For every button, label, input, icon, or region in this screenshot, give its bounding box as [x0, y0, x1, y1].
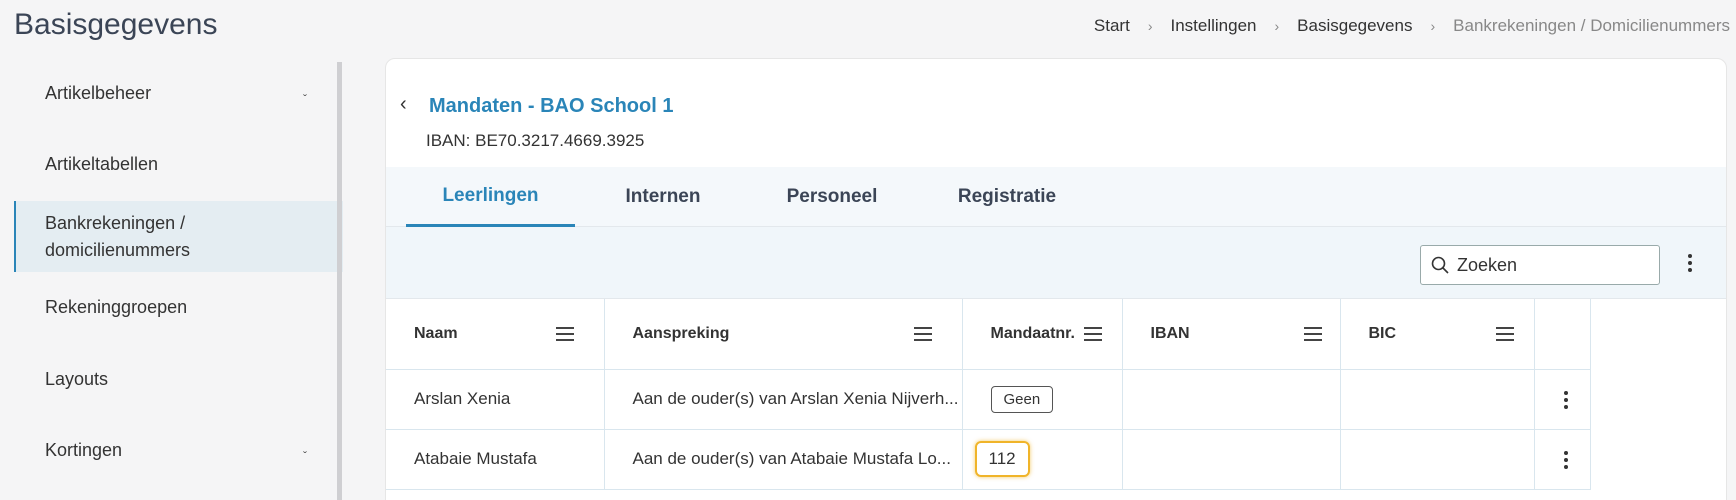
column-header-naam[interactable]: Naam [386, 299, 605, 370]
cell-naam: Arslan Xenia [386, 369, 605, 430]
iban-line: IBAN: BE70.3217.4669.3925 [426, 131, 645, 150]
tab-bar: Leerlingen Internen Personeel Registrati… [386, 167, 1726, 227]
column-menu-icon[interactable] [555, 327, 574, 341]
row-actions-icon[interactable] [1561, 390, 1571, 409]
chevron-right-icon: › [1274, 18, 1280, 34]
chevron-right-icon: › [1430, 18, 1436, 34]
column-header-bic[interactable]: BIC [1340, 299, 1535, 370]
cell-actions [1534, 369, 1591, 430]
cell-actions [1534, 429, 1591, 490]
table-header-row: Naam Aanspreking Mandaatnr. IBAN BIC [386, 299, 1591, 370]
sidebar-item-label: Artikelbeheer [45, 83, 152, 103]
cell-aanspreking: Aan de ouder(s) van Atabaie Mustafa Lo..… [604, 429, 963, 490]
column-header-aanspreking[interactable]: Aanspreking [604, 299, 963, 370]
sidebar [0, 62, 343, 500]
sidebar-item-label: domicilienummers [45, 239, 191, 260]
table-toolbar [386, 227, 1726, 299]
mandaten-table: Naam Aanspreking Mandaatnr. IBAN BIC Ars… [386, 299, 1591, 490]
tab-personeel[interactable]: Personeel [762, 167, 902, 227]
column-header-actions [1534, 299, 1591, 370]
search-icon [1431, 256, 1449, 274]
sidebar-item-label: Layouts [45, 369, 109, 389]
mandaat-badge[interactable]: Geen [990, 385, 1054, 413]
cell-naam: Atabaie Mustafa [386, 429, 605, 490]
cell-aanspreking: Aan de ouder(s) van Arslan Xenia Nijverh… [604, 369, 963, 430]
cell-bic [1340, 429, 1535, 490]
cell-mandaatnr: 112 [962, 429, 1123, 490]
chevron-right-icon: › [1147, 18, 1153, 34]
column-menu-icon[interactable] [1495, 327, 1514, 341]
sidebar-item-bankrekeningen[interactable]: Bankrekeningen / domicilienummers [14, 201, 343, 272]
breadcrumb-instellingen[interactable]: Instellingen [1170, 16, 1256, 36]
tab-registratie[interactable]: Registratie [932, 167, 1082, 227]
sidebar-item-kortingen[interactable]: Kortingen ˇ [14, 437, 343, 464]
sidebar-item-rekeninggroepen[interactable]: Rekeninggroepen [14, 294, 343, 321]
breadcrumb-start[interactable]: Start [1094, 16, 1130, 36]
sidebar-item-label: Rekeninggroepen [45, 297, 188, 317]
cell-iban [1122, 429, 1341, 490]
mandaten-card: ‹ Mandaten - BAO School 1 IBAN: BE70.321… [385, 58, 1727, 500]
breadcrumb: Start › Instellingen › Basisgegevens › B… [1094, 16, 1730, 36]
cell-mandaatnr: Geen [962, 369, 1123, 430]
tab-internen[interactable]: Internen [598, 167, 728, 227]
chevron-down-icon: ˇ [303, 449, 307, 463]
column-menu-icon[interactable] [1083, 327, 1102, 341]
table-row[interactable]: Atabaie Mustafa Aan de ouder(s) van Atab… [386, 429, 1591, 490]
cell-bic [1340, 369, 1535, 430]
sidebar-item-label: Artikeltabellen [45, 154, 159, 174]
column-menu-icon[interactable] [913, 327, 932, 341]
chevron-down-icon: ˇ [303, 92, 307, 106]
column-menu-icon[interactable] [1303, 327, 1322, 341]
more-options-icon[interactable] [1685, 254, 1695, 272]
table-row[interactable]: Arslan Xenia Aan de ouder(s) van Arslan … [386, 369, 1591, 430]
breadcrumb-basisgegevens[interactable]: Basisgegevens [1297, 16, 1412, 36]
sidebar-item-layouts[interactable]: Layouts [14, 366, 343, 393]
tab-leerlingen[interactable]: Leerlingen [406, 167, 575, 227]
sidebar-item-artikelbeheer[interactable]: Artikelbeheer ˇ [14, 80, 343, 107]
row-actions-icon[interactable] [1561, 450, 1571, 469]
sidebar-item-label: Bankrekeningen / [45, 212, 186, 233]
breadcrumb-current: Bankrekeningen / Domicilienummers [1453, 16, 1730, 35]
search-box[interactable] [1420, 245, 1660, 285]
page-title: Basisgegevens [14, 8, 218, 41]
mandaat-number-badge[interactable]: 112 [974, 441, 1030, 477]
chevron-left-icon[interactable]: ‹ [400, 93, 407, 116]
column-header-mandaatnr[interactable]: Mandaatnr. [962, 299, 1123, 370]
sidebar-item-label: Kortingen [45, 440, 123, 460]
card-title: Mandaten - BAO School 1 [429, 95, 674, 117]
cell-iban [1122, 369, 1341, 430]
column-header-iban[interactable]: IBAN [1122, 299, 1341, 370]
search-input[interactable] [1457, 254, 1637, 276]
sidebar-item-artikeltabellen[interactable]: Artikeltabellen [14, 151, 343, 178]
sidebar-scrollbar[interactable] [337, 62, 342, 500]
